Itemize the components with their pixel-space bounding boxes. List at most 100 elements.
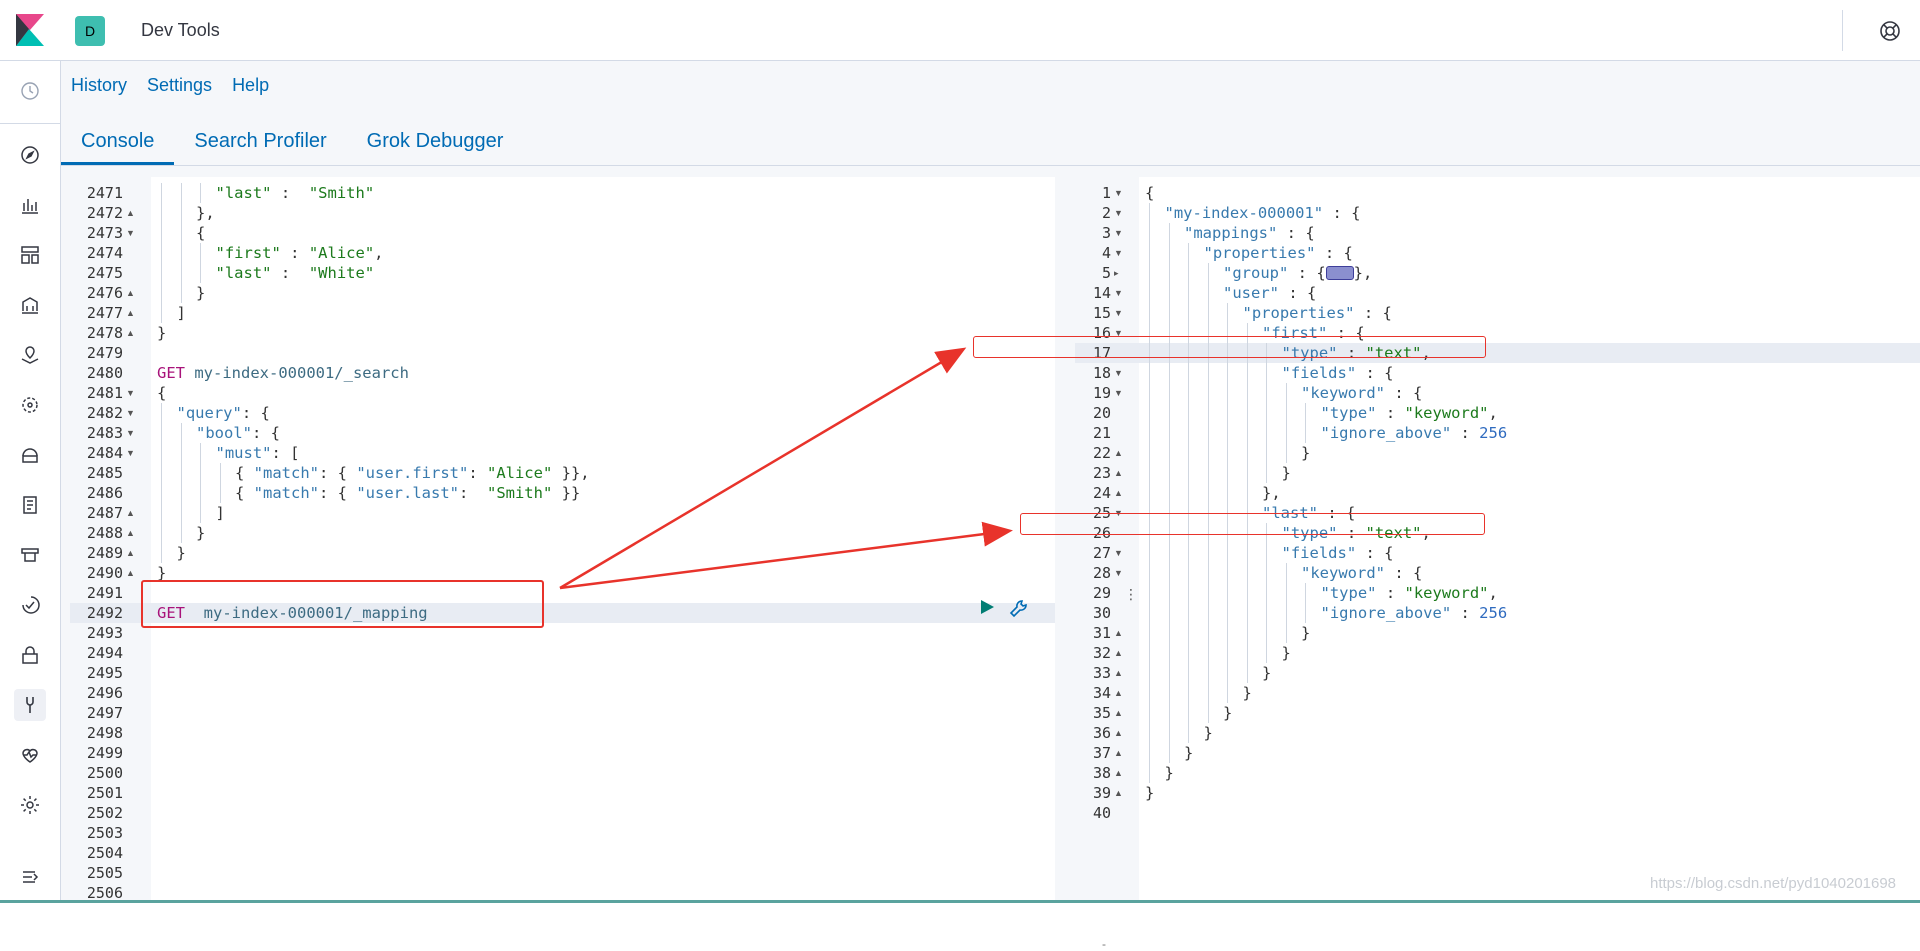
code-line[interactable]: } xyxy=(1301,623,1310,643)
code-line[interactable]: { xyxy=(157,383,166,403)
fold-toggle-icon[interactable]: ▲ xyxy=(126,303,135,323)
fold-toggle-icon[interactable]: ▼ xyxy=(126,443,135,463)
infrastructure-icon[interactable] xyxy=(14,439,46,471)
logs-icon[interactable] xyxy=(14,489,46,521)
fold-toggle-icon[interactable]: ▲ xyxy=(126,563,135,583)
fold-toggle-icon[interactable]: ▼ xyxy=(1114,303,1123,323)
code-line[interactable]: "last" : "Smith" xyxy=(216,183,375,203)
fold-toggle-icon[interactable]: ▲ xyxy=(1114,763,1123,783)
fold-toggle-icon[interactable]: ▲ xyxy=(1114,643,1123,663)
code-line[interactable]: "user" : { xyxy=(1223,283,1316,303)
space-avatar[interactable]: D xyxy=(75,16,105,46)
fold-toggle-icon[interactable]: ▲ xyxy=(126,323,135,343)
code-line[interactable]: { "match": { "user.first": "Alice" }}, xyxy=(235,463,590,483)
maps-icon[interactable] xyxy=(14,339,46,371)
fold-toggle-icon[interactable]: ▼ xyxy=(126,423,135,443)
fold-toggle-icon[interactable]: ▲ xyxy=(126,503,135,523)
code-line[interactable]: } xyxy=(177,543,186,563)
fold-toggle-icon[interactable]: ▲ xyxy=(1114,483,1123,503)
fold-toggle-icon[interactable]: ▲ xyxy=(126,543,135,563)
pane-resizer[interactable]: ⋮ xyxy=(1124,586,1138,603)
fold-toggle-icon[interactable]: ▼ xyxy=(1114,223,1123,243)
send-request-play-icon[interactable] xyxy=(978,598,996,616)
code-line[interactable]: "first" : "Alice", xyxy=(216,243,384,263)
code-line[interactable]: } xyxy=(1223,703,1232,723)
fold-toggle-icon[interactable]: ▲ xyxy=(1114,443,1123,463)
response-viewer[interactable]: 1 ▼{2 ▼ "my-index-000001" : {3 ▼ "mappings" :… xyxy=(1075,177,1920,903)
code-line[interactable]: "type" : "keyword", xyxy=(1321,403,1498,423)
code-line[interactable]: ] xyxy=(216,503,225,523)
apm-icon[interactable] xyxy=(14,539,46,571)
code-line[interactable]: "bool": { xyxy=(196,423,280,443)
code-line[interactable]: } xyxy=(1243,683,1252,703)
fold-toggle-icon[interactable]: ▲ xyxy=(126,203,135,223)
code-line[interactable]: } xyxy=(1145,783,1154,803)
visualize-chart-icon[interactable] xyxy=(14,189,46,221)
code-line[interactable]: } xyxy=(1184,743,1193,763)
code-line[interactable]: }, xyxy=(196,203,215,223)
code-line[interactable]: "properties" : { xyxy=(1243,303,1392,323)
help-lifebuoy-icon[interactable] xyxy=(1878,19,1902,43)
code-line[interactable]: "group" : {}, xyxy=(1223,263,1372,283)
fold-toggle-icon[interactable]: ▲ xyxy=(1114,683,1123,703)
tab-console[interactable]: Console xyxy=(61,116,175,165)
discover-compass-icon[interactable] xyxy=(14,139,46,171)
code-line[interactable]: "keyword" : { xyxy=(1301,563,1422,583)
fold-toggle-icon[interactable]: ▲ xyxy=(1114,623,1123,643)
code-line[interactable]: "fields" : { xyxy=(1282,363,1394,383)
fold-toggle-icon[interactable]: ▼ xyxy=(1114,543,1123,563)
code-line[interactable]: "ignore_above" : 256 xyxy=(1321,603,1508,623)
code-line[interactable]: } xyxy=(1204,723,1213,743)
request-editor[interactable]: 2471 "last" : "Smith" 2472 ▲}, 2473 ▼{2474 "fi… xyxy=(70,177,1055,903)
fold-toggle-icon[interactable]: ▲ xyxy=(1114,703,1123,723)
code-line[interactable]: } xyxy=(157,323,166,343)
history-link[interactable]: History xyxy=(71,75,127,99)
fold-toggle-icon[interactable]: ▼ xyxy=(1114,203,1123,223)
code-line[interactable]: "mappings" : { xyxy=(1184,223,1315,243)
fold-toggle-icon[interactable]: ▲ xyxy=(1114,783,1123,803)
kibana-logo-icon[interactable] xyxy=(16,14,44,46)
code-line[interactable]: } xyxy=(1282,643,1291,663)
code-line[interactable]: "query": { xyxy=(177,403,270,423)
code-line[interactable]: } xyxy=(1282,463,1291,483)
monitoring-heart-icon[interactable] xyxy=(14,739,46,771)
code-line[interactable]: "ignore_above" : 256 xyxy=(1321,423,1508,443)
code-line[interactable]: } xyxy=(1262,663,1271,683)
code-line[interactable]: ] xyxy=(177,303,186,323)
code-line[interactable]: "last" : "White" xyxy=(216,263,375,283)
settings-gear-icon[interactable] xyxy=(14,789,46,821)
siem-lock-icon[interactable] xyxy=(14,639,46,671)
fold-toggle-icon[interactable]: ▼ xyxy=(1114,563,1123,583)
fold-toggle-icon[interactable]: ▲ xyxy=(126,523,135,543)
code-line[interactable]: "my-index-000001" : { xyxy=(1165,203,1361,223)
code-line[interactable]: }, xyxy=(1262,483,1281,503)
code-line[interactable]: "must": [ xyxy=(216,443,300,463)
fold-toggle-icon[interactable]: ▲ xyxy=(1114,463,1123,483)
fold-toggle-icon[interactable]: ▲ xyxy=(1114,743,1123,763)
canvas-icon[interactable] xyxy=(14,289,46,321)
code-line[interactable]: "keyword" : { xyxy=(1301,383,1422,403)
code-line[interactable]: GET my-index-000001/_search xyxy=(157,363,409,383)
fold-toggle-icon[interactable]: ▼ xyxy=(1114,363,1123,383)
collapse-nav-icon[interactable] xyxy=(14,861,46,893)
folded-block-icon[interactable] xyxy=(1325,265,1354,280)
code-line[interactable]: "fields" : { xyxy=(1282,543,1394,563)
fold-toggle-icon[interactable]: ▲ xyxy=(1114,663,1123,683)
fold-toggle-icon[interactable]: ▼ xyxy=(1114,183,1123,203)
machine-learning-icon[interactable] xyxy=(14,389,46,421)
fold-toggle-icon[interactable]: ▼ xyxy=(1114,283,1123,303)
tab-search-profiler[interactable]: Search Profiler xyxy=(174,116,346,165)
tab-grok-debugger[interactable]: Grok Debugger xyxy=(347,116,524,165)
fold-toggle-icon[interactable]: ▼ xyxy=(126,383,135,403)
request-actions-wrench-icon[interactable] xyxy=(1008,598,1030,620)
fold-toggle-icon[interactable]: ▼ xyxy=(1114,243,1123,263)
code-line[interactable]: { xyxy=(196,223,205,243)
recent-clock-icon[interactable] xyxy=(14,75,46,107)
dev-tools-wrench-icon[interactable] xyxy=(14,689,46,721)
uptime-icon[interactable] xyxy=(14,589,46,621)
code-line[interactable]: } xyxy=(196,523,205,543)
fold-toggle-icon[interactable]: ▲ xyxy=(1114,723,1123,743)
code-line[interactable]: { xyxy=(1145,183,1154,203)
fold-toggle-icon[interactable]: ▼ xyxy=(1114,383,1123,403)
settings-link[interactable]: Settings xyxy=(147,75,212,99)
